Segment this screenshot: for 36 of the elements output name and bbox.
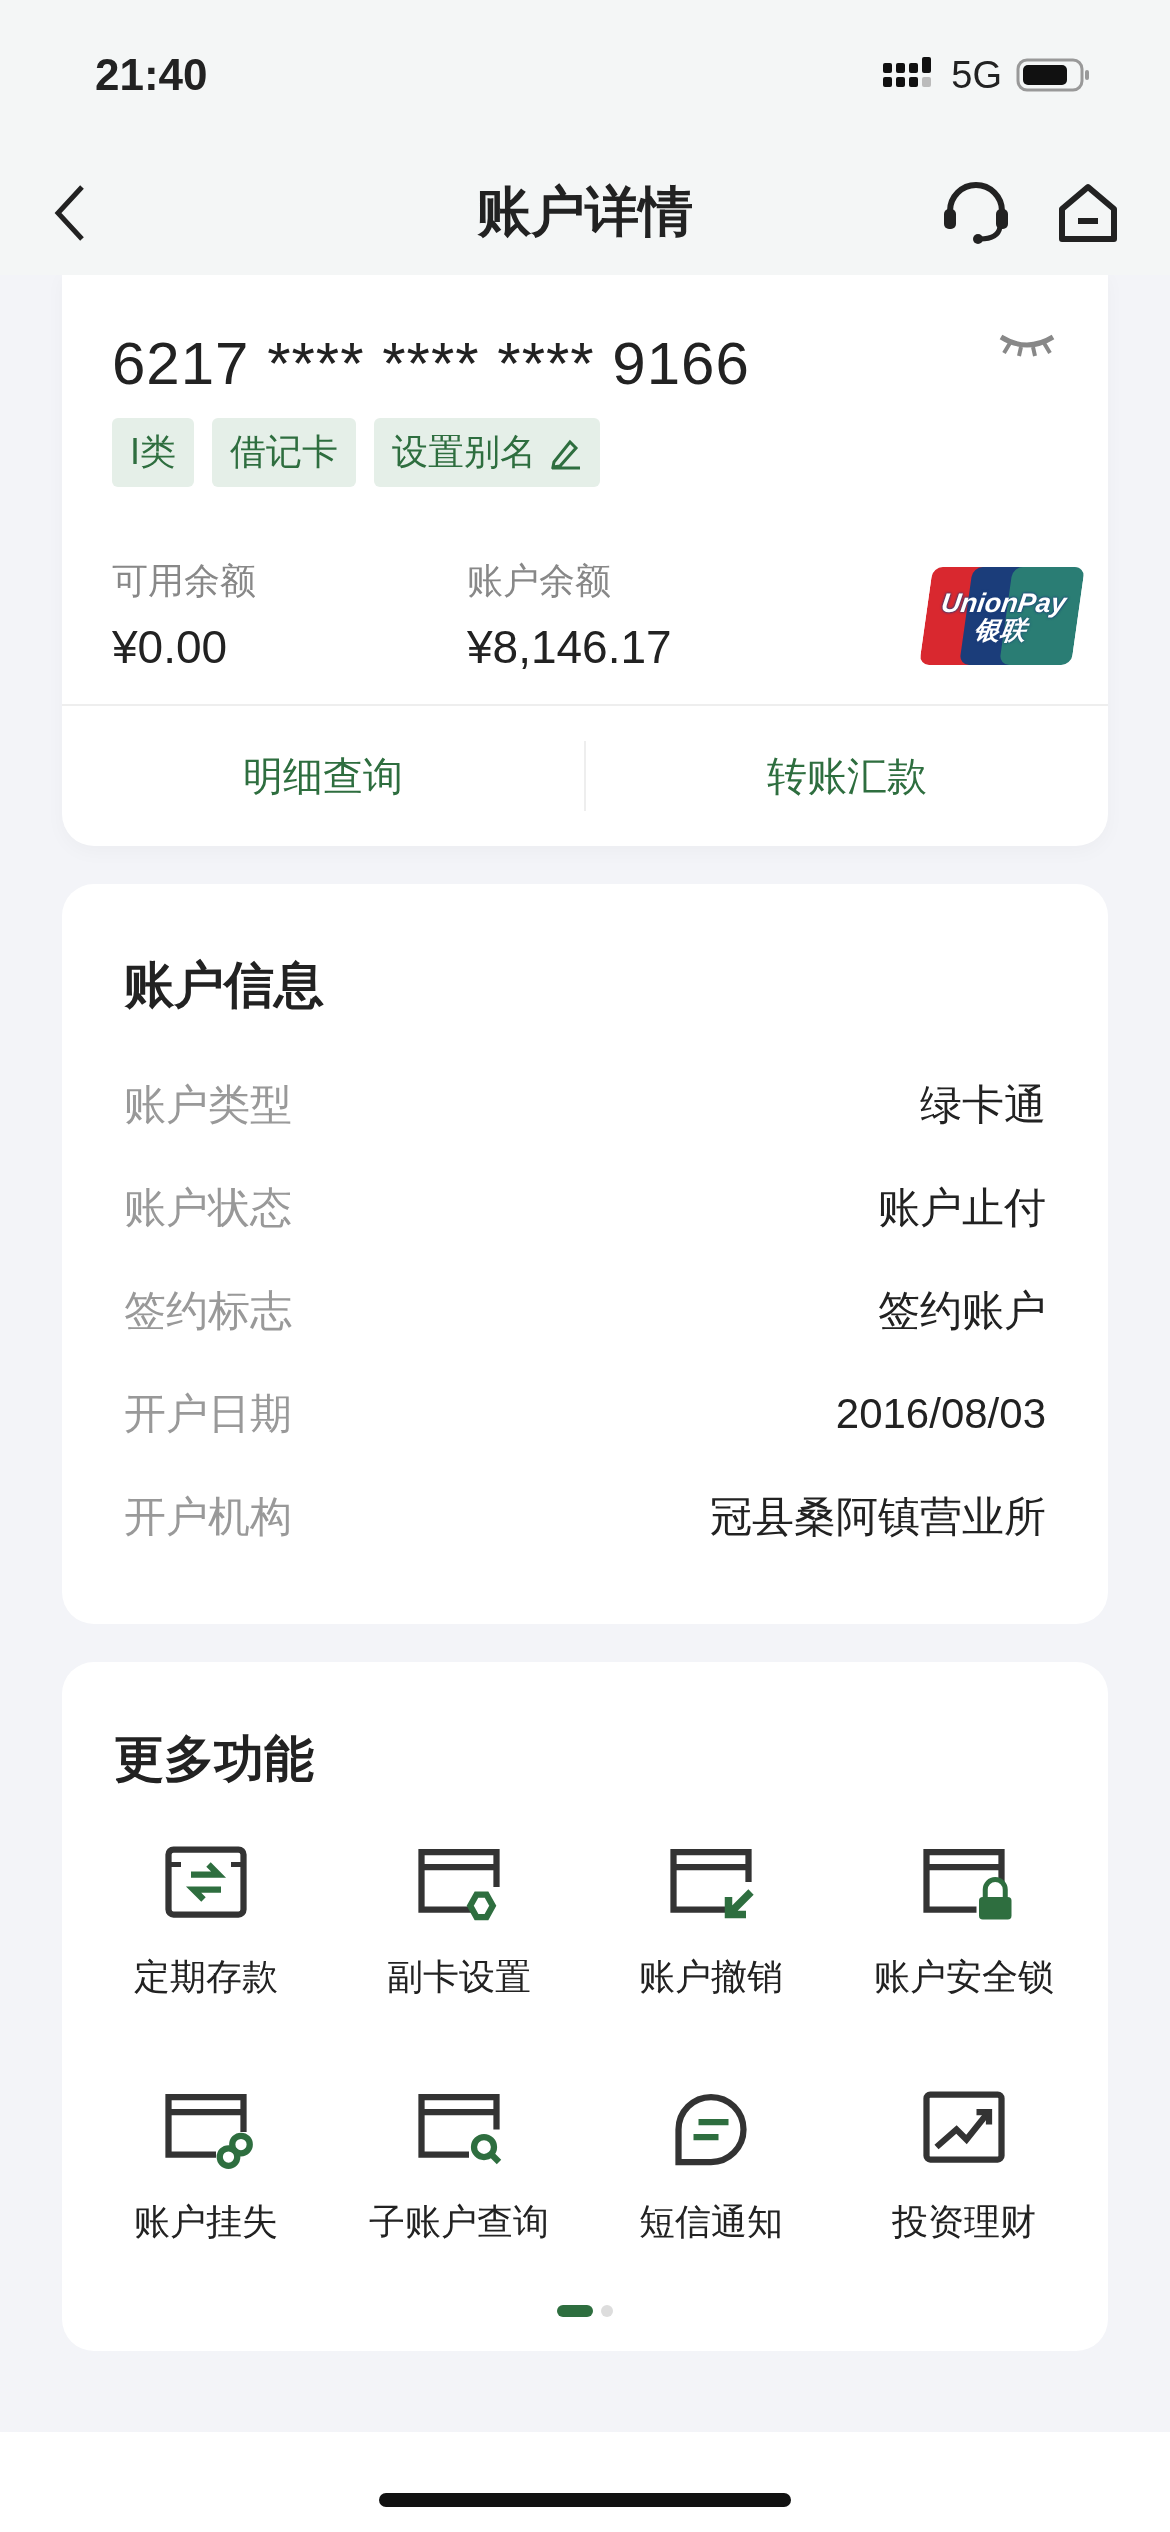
network-label: 5G (951, 53, 1002, 97)
function-item[interactable]: 账户撤销 (585, 1837, 838, 2002)
function-item[interactable]: 副卡设置 (332, 1837, 585, 2002)
card-number: 6217 **** **** **** 9166 (112, 329, 750, 398)
function-item[interactable]: 账户安全锁 (837, 1837, 1090, 2002)
card-tag: 借记卡 (212, 418, 356, 487)
function-item[interactable]: 投资理财 (837, 2082, 1090, 2247)
field-value: 绿卡通 (920, 1079, 1046, 1130)
function-item[interactable]: 账户挂失 (80, 2082, 333, 2247)
balance-label: 账户余额 (467, 559, 612, 603)
field-value: 冠县桑阿镇营业所 (710, 1491, 1046, 1542)
transfer-button[interactable]: 转账汇款 (586, 728, 1108, 824)
function-item[interactable]: 子账户查询 (332, 2082, 585, 2247)
section-title: 账户信息 (124, 956, 325, 1015)
page-title: 账户详情 (477, 181, 693, 241)
field-label: 账户状态 (124, 1182, 292, 1233)
set-alias-button[interactable]: 设置别名 (374, 418, 600, 487)
field-label: 开户日期 (124, 1388, 292, 1439)
field-label: 签约标志 (124, 1285, 292, 1336)
time: 21:40 (95, 50, 209, 100)
balance-label: 可用余额 (112, 559, 257, 603)
page-dot[interactable] (601, 2305, 613, 2317)
details-query-button[interactable]: 明细查询 (62, 728, 584, 824)
field-value: 签约账户 (878, 1285, 1046, 1336)
function-item[interactable]: 短信通知 (585, 2082, 838, 2247)
battery-icon (1016, 57, 1090, 93)
card-tag: I类 (112, 418, 194, 487)
field-label: 账户类型 (124, 1079, 292, 1130)
field-value: 2016/08/03 (835, 1389, 1046, 1438)
section-title: 更多功能 (114, 1730, 315, 1789)
balance-amount: ¥8,146.17 (467, 620, 673, 674)
function-item[interactable]: 定期存款 (80, 1837, 333, 2002)
headset-icon[interactable] (942, 180, 1010, 245)
balance-amount: ¥0.00 (112, 620, 229, 674)
field-label: 开户机构 (124, 1491, 292, 1542)
field-value: 账户止付 (878, 1182, 1046, 1233)
